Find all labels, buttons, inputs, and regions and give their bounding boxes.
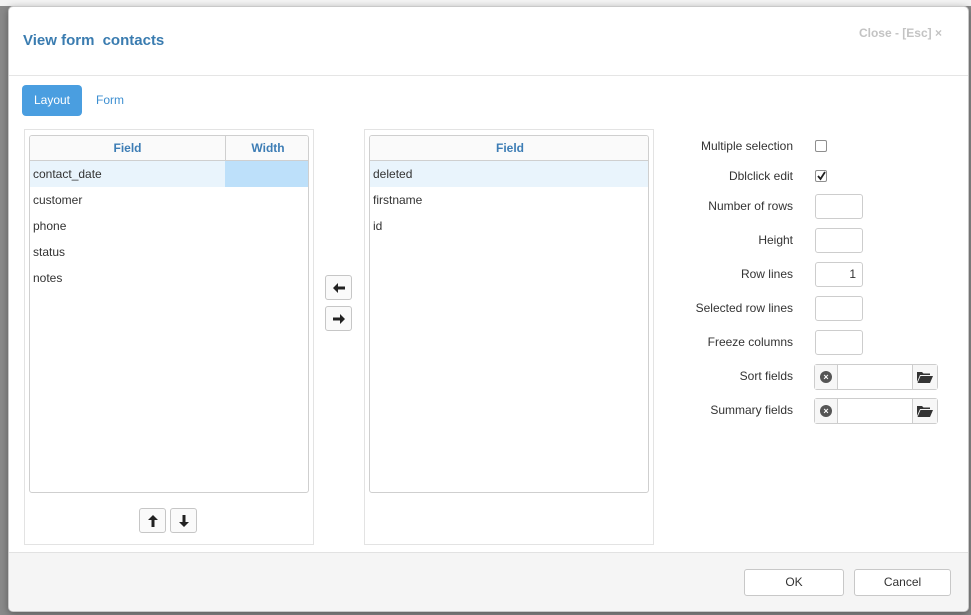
sort-fields-input[interactable] — [838, 365, 913, 389]
column-header-width[interactable]: Width — [226, 136, 308, 161]
dialog-header: View form contacts Close - [Esc] × — [9, 7, 968, 76]
grid-header: Field Width — [30, 136, 308, 161]
summary-fields-label: Summary fields — [710, 403, 793, 417]
field-cell: contact_date — [33, 167, 102, 181]
sort-fields-combo: × — [814, 364, 938, 390]
list-item[interactable]: id — [370, 213, 648, 239]
cancel-button[interactable]: Cancel — [854, 569, 951, 596]
row-lines-input[interactable]: 1 — [815, 262, 863, 287]
summary-fields-clear-button[interactable]: × — [815, 399, 838, 423]
width-cell[interactable] — [225, 265, 308, 291]
ok-button[interactable]: OK — [744, 569, 844, 596]
table-row[interactable]: notes — [30, 265, 308, 291]
multiple-selection-label: Multiple selection — [700, 139, 793, 153]
grid-header: Field — [370, 136, 648, 161]
selected-row-lines-input[interactable] — [815, 296, 863, 321]
table-row[interactable]: contact_date — [30, 161, 308, 187]
summary-fields-combo: × — [814, 398, 938, 424]
dblclick-edit-checkbox[interactable] — [815, 170, 827, 182]
dialog-title-text: View form — [23, 32, 95, 49]
move-down-button[interactable] — [170, 508, 197, 533]
move-up-button[interactable] — [139, 508, 166, 533]
height-label: Height — [758, 233, 793, 247]
height-input[interactable] — [815, 228, 863, 253]
summary-fields-open-button[interactable] — [912, 399, 937, 423]
view-fields-panel: Field Width contact_date customer phone … — [24, 129, 314, 545]
arrow-left-icon — [332, 283, 345, 293]
column-header-field[interactable]: Field — [30, 136, 225, 161]
arrow-down-icon — [178, 515, 189, 527]
freeze-columns-input[interactable] — [815, 330, 863, 355]
sort-fields-label: Sort fields — [739, 369, 793, 383]
row-lines-label: Row lines — [740, 267, 793, 281]
field-cell: phone — [33, 219, 67, 233]
width-cell[interactable] — [225, 213, 308, 239]
arrow-up-icon — [147, 515, 158, 527]
available-fields-panel: Field deleted firstname id — [364, 129, 654, 545]
field-cell: status — [33, 245, 66, 259]
list-item[interactable]: firstname — [370, 187, 648, 213]
sort-fields-open-button[interactable] — [912, 365, 937, 389]
dialog-title: View form contacts — [23, 32, 164, 49]
freeze-columns-label: Freeze columns — [707, 335, 793, 349]
field-cell: deleted — [373, 167, 413, 181]
folder-open-icon — [917, 406, 933, 417]
clear-icon: × — [820, 405, 832, 417]
list-item[interactable]: deleted — [370, 161, 648, 187]
sort-fields-clear-button[interactable]: × — [815, 365, 838, 389]
dialog-title-item: contacts — [102, 32, 165, 49]
dblclick-edit-label: Dblclick edit — [728, 169, 793, 183]
number-of-rows-label: Number of rows — [708, 199, 793, 213]
move-right-button[interactable] — [325, 306, 352, 331]
field-cell: firstname — [373, 193, 423, 207]
close-button[interactable]: Close - [Esc] × — [859, 26, 942, 40]
number-of-rows-input[interactable] — [815, 194, 863, 219]
folder-open-icon — [917, 372, 933, 383]
tab-form[interactable]: Form — [86, 85, 134, 116]
available-fields-grid[interactable]: Field deleted firstname id — [369, 135, 649, 493]
field-cell: notes — [33, 271, 63, 285]
view-fields-grid[interactable]: Field Width contact_date customer phone … — [29, 135, 309, 493]
selected-row-lines-label: Selected row lines — [695, 301, 793, 315]
view-form-dialog: View form contacts Close - [Esc] × Layou… — [8, 6, 969, 612]
multiple-selection-checkbox[interactable] — [815, 140, 827, 152]
table-row[interactable]: status — [30, 239, 308, 265]
dialog-footer: OK Cancel — [9, 552, 968, 611]
field-cell: customer — [33, 193, 83, 207]
column-header-field[interactable]: Field — [370, 136, 648, 161]
arrow-right-icon — [332, 314, 345, 324]
summary-fields-input[interactable] — [838, 399, 913, 423]
table-row[interactable]: phone — [30, 213, 308, 239]
table-row[interactable]: customer — [30, 187, 308, 213]
width-cell[interactable] — [225, 239, 308, 265]
move-left-button[interactable] — [325, 275, 352, 300]
checkmark-icon — [817, 171, 826, 181]
width-cell[interactable] — [225, 161, 308, 187]
tab-layout[interactable]: Layout — [22, 85, 82, 116]
clear-icon: × — [820, 371, 832, 383]
width-cell[interactable] — [225, 187, 308, 213]
field-cell: id — [373, 219, 383, 233]
